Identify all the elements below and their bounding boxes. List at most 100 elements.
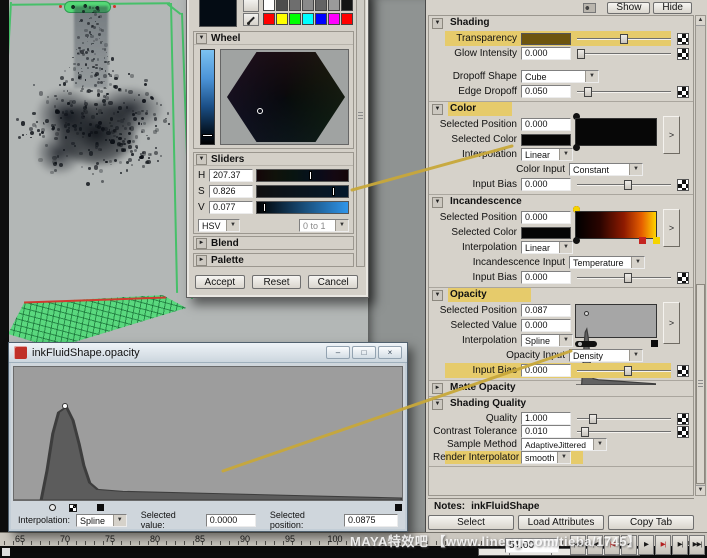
step-forward-frame-button[interactable]: ▶| bbox=[672, 535, 688, 555]
input-bias-slider[interactable] bbox=[575, 365, 673, 377]
palette-swatch[interactable] bbox=[263, 0, 275, 11]
opacity-ramp-curve-preview[interactable] bbox=[575, 304, 657, 338]
hue-field[interactable]: 207.37 bbox=[209, 169, 253, 182]
incandescence-ramp[interactable] bbox=[575, 211, 657, 239]
quality-slider[interactable] bbox=[575, 413, 673, 425]
texture-map-button[interactable] bbox=[677, 179, 689, 191]
step-back-frame-button[interactable]: |◀ bbox=[587, 535, 603, 555]
show-button[interactable]: Show bbox=[607, 2, 650, 14]
incandescence-ramp-expand-button[interactable]: > bbox=[663, 209, 680, 247]
texture-map-button[interactable] bbox=[677, 413, 689, 425]
maximize-button[interactable]: □ bbox=[352, 346, 376, 359]
wheel-section-header[interactable]: ▼ Wheel bbox=[194, 32, 353, 45]
hue-slider[interactable] bbox=[256, 169, 349, 182]
slider-handle[interactable] bbox=[589, 414, 597, 424]
color-section-header[interactable]: ▼Color bbox=[429, 102, 693, 116]
opacity-ramp[interactable] bbox=[575, 304, 657, 348]
slider-handle[interactable] bbox=[620, 34, 628, 44]
matte-opacity-section-header[interactable]: ►Matte Opacity bbox=[429, 381, 693, 395]
color-ramp-expand-button[interactable]: > bbox=[663, 116, 680, 154]
cancel-button[interactable]: Cancel bbox=[308, 275, 358, 289]
opacity-curve-plot[interactable] bbox=[13, 366, 403, 501]
current-frame-field[interactable]: 51.00 bbox=[505, 538, 559, 553]
wheel-cursor-icon[interactable] bbox=[257, 108, 263, 114]
reset-button[interactable]: Reset bbox=[252, 275, 302, 289]
hexagon-color-wheel[interactable] bbox=[227, 52, 345, 142]
ramp-key-marker[interactable] bbox=[653, 237, 660, 244]
color-picker-tool-button[interactable] bbox=[243, 0, 259, 12]
saturation-field[interactable]: 0.826 bbox=[209, 185, 253, 198]
selected-position-field[interactable]: 0.000 bbox=[521, 118, 571, 131]
palette-swatch[interactable] bbox=[341, 0, 353, 11]
close-button[interactable]: × bbox=[378, 346, 402, 359]
texture-map-button[interactable] bbox=[677, 365, 689, 377]
go-to-start-button[interactable]: |◀◀ bbox=[570, 535, 586, 555]
edge-dropoff-field[interactable]: 0.050 bbox=[521, 85, 571, 98]
texture-map-button[interactable] bbox=[677, 48, 689, 60]
input-bias-field[interactable]: 0.000 bbox=[521, 364, 571, 377]
slider-handle[interactable] bbox=[577, 49, 585, 59]
key-marker[interactable] bbox=[97, 504, 104, 511]
play-forwards-button[interactable]: ▶ bbox=[638, 535, 654, 555]
palette-swatch[interactable] bbox=[302, 0, 314, 11]
key-marker[interactable] bbox=[395, 504, 402, 511]
slider-handle[interactable] bbox=[584, 87, 592, 97]
texture-map-button[interactable] bbox=[677, 426, 689, 438]
incandescence-section-header[interactable]: ▼Incandescence bbox=[429, 195, 693, 209]
palette-swatch[interactable] bbox=[276, 0, 288, 11]
contrast-tolerance-slider[interactable] bbox=[575, 426, 673, 438]
slider-handle[interactable] bbox=[624, 366, 632, 376]
value-slider-handle[interactable] bbox=[263, 203, 266, 212]
scroll-down-icon[interactable]: ▼ bbox=[696, 485, 705, 495]
texture-map-button[interactable] bbox=[677, 33, 689, 45]
contrast-tolerance-field[interactable]: 0.010 bbox=[521, 425, 571, 438]
palette-swatch[interactable] bbox=[302, 13, 314, 25]
go-to-end-button[interactable]: ▶▶| bbox=[689, 535, 705, 555]
input-bias-field[interactable]: 0.000 bbox=[521, 271, 571, 284]
color-chooser-scrollbar[interactable] bbox=[356, 0, 365, 267]
incandescence-ramp-gradient[interactable] bbox=[575, 211, 657, 239]
glow-intensity-field[interactable]: 0.000 bbox=[521, 47, 571, 60]
render-interpolator-dropdown[interactable]: smooth▼ bbox=[521, 451, 571, 464]
attribute-editor-scrollbar[interactable]: ▲ ▼ bbox=[695, 15, 706, 496]
palette-swatch[interactable] bbox=[328, 0, 340, 11]
accept-button[interactable]: Accept bbox=[195, 275, 245, 289]
sample-method-dropdown[interactable]: AdaptiveJittered▼ bbox=[521, 438, 607, 451]
ramp-key-marker[interactable] bbox=[639, 237, 646, 244]
selected-position-field[interactable]: 0.0875 bbox=[344, 514, 398, 527]
current-color-swatch[interactable] bbox=[199, 0, 237, 27]
transparency-color-swatch[interactable] bbox=[521, 33, 571, 45]
select-button[interactable]: Select bbox=[428, 515, 514, 530]
ramp-key-marker-selected[interactable] bbox=[575, 341, 597, 347]
sliders-section-header[interactable]: ▼ Sliders bbox=[194, 153, 353, 166]
selected-value-field[interactable]: 0.0000 bbox=[206, 514, 256, 527]
saturation-slider-handle[interactable] bbox=[332, 187, 335, 196]
scrollbar-thumb[interactable] bbox=[696, 284, 705, 484]
edge-dropoff-slider[interactable] bbox=[575, 86, 673, 98]
blend-section-header[interactable]: ► Blend bbox=[194, 237, 353, 250]
graph-interpolation-dropdown[interactable]: Spline▼ bbox=[76, 514, 127, 527]
selected-position-field[interactable]: 0.000 bbox=[521, 211, 571, 224]
shading-section-header[interactable]: ▼Shading bbox=[429, 16, 693, 30]
palette-swatch[interactable] bbox=[263, 13, 275, 25]
palette-swatch[interactable] bbox=[341, 13, 353, 25]
ramp-key-marker-selected[interactable] bbox=[573, 144, 580, 151]
hue-slider-handle[interactable] bbox=[309, 171, 312, 180]
hide-button[interactable]: Hide bbox=[653, 2, 692, 14]
ramp-key-marker[interactable] bbox=[651, 340, 658, 347]
opacity-section-header[interactable]: ▼Opacity bbox=[429, 288, 693, 302]
value-marker[interactable] bbox=[202, 134, 213, 137]
curve-peak-marker[interactable] bbox=[584, 311, 589, 316]
palette-swatch[interactable] bbox=[289, 0, 301, 11]
eyedropper-button[interactable] bbox=[243, 13, 259, 26]
minimize-button[interactable]: – bbox=[326, 346, 350, 359]
palette-section-header[interactable]: ► Palette bbox=[194, 254, 353, 267]
range-dropdown[interactable]: 0 to 1▼ bbox=[299, 219, 349, 232]
selected-value-field[interactable]: 0.000 bbox=[521, 319, 571, 332]
step-forward-key-button[interactable]: ▶| bbox=[655, 535, 671, 555]
color-ramp[interactable] bbox=[575, 118, 657, 146]
transparency-slider[interactable] bbox=[575, 33, 673, 45]
palette-swatch[interactable] bbox=[289, 13, 301, 25]
play-backwards-button[interactable]: ◀ bbox=[621, 535, 637, 555]
color-ramp-gradient[interactable] bbox=[575, 118, 657, 146]
